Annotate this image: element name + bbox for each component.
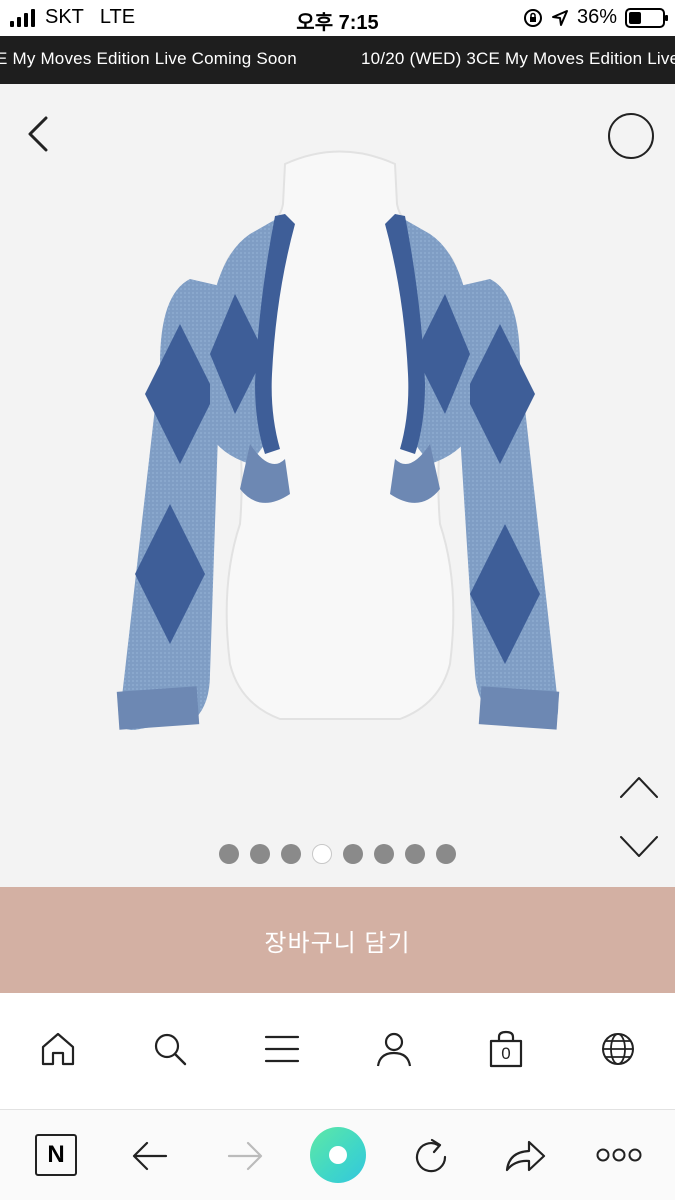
globe-icon[interactable] bbox=[598, 1029, 638, 1069]
battery-icon bbox=[625, 7, 668, 28]
more-icon[interactable] bbox=[596, 1146, 642, 1164]
browser-toolbar: N bbox=[0, 1110, 675, 1200]
green-circle-icon[interactable] bbox=[310, 1127, 366, 1183]
blue-argyle-cardigan-image bbox=[116, 150, 560, 730]
naver-n-icon[interactable]: N bbox=[35, 1134, 77, 1176]
reload-icon[interactable] bbox=[410, 1136, 452, 1178]
product-gallery[interactable] bbox=[0, 84, 675, 887]
slide-dot[interactable] bbox=[250, 844, 270, 864]
share-icon[interactable] bbox=[503, 1136, 547, 1176]
location-icon bbox=[551, 9, 568, 26]
slide-dot[interactable] bbox=[312, 844, 332, 864]
chevron-up-icon[interactable] bbox=[618, 772, 660, 802]
forward-arrow-icon[interactable] bbox=[225, 1136, 265, 1176]
menu-icon[interactable] bbox=[262, 1029, 302, 1069]
slide-dot[interactable] bbox=[436, 844, 456, 864]
search-icon[interactable] bbox=[150, 1029, 190, 1069]
slide-dot[interactable] bbox=[343, 844, 363, 864]
slide-dot[interactable] bbox=[281, 844, 301, 864]
status-bar: SKT LTE 오후 7:15 36% bbox=[0, 0, 675, 36]
orientation-lock-icon bbox=[523, 8, 542, 27]
status-right: 36% bbox=[523, 6, 668, 29]
announcement-marquee[interactable]: E My Moves Edition Live Coming Soon 10/2… bbox=[0, 36, 675, 84]
naver-n-label: N bbox=[47, 1141, 65, 1168]
marquee-text-1: E My Moves Edition Live Coming Soon bbox=[0, 49, 297, 68]
back-arrow-icon[interactable] bbox=[130, 1136, 170, 1176]
battery-level bbox=[629, 11, 641, 24]
circle-icon[interactable] bbox=[608, 113, 654, 159]
marquee-text-2: 10/20 (WED) 3CE My Moves Edition Live bbox=[361, 49, 675, 68]
cart-count: 0 bbox=[501, 1044, 511, 1063]
back-chevron-icon[interactable] bbox=[22, 114, 58, 154]
slide-dot[interactable] bbox=[405, 844, 425, 864]
cart-icon[interactable]: 0 bbox=[486, 1029, 526, 1069]
battery-percent: 36% bbox=[576, 6, 617, 28]
site-bottom-nav: 0 bbox=[0, 993, 675, 1110]
add-to-cart-button[interactable]: 장바구니 담기 bbox=[0, 887, 675, 993]
slide-indicator bbox=[0, 844, 675, 864]
slide-dot[interactable] bbox=[374, 844, 394, 864]
add-to-cart-label: 장바구니 담기 bbox=[264, 929, 411, 957]
home-icon[interactable] bbox=[38, 1029, 78, 1069]
user-icon[interactable] bbox=[374, 1029, 414, 1069]
slide-dot[interactable] bbox=[219, 844, 239, 864]
